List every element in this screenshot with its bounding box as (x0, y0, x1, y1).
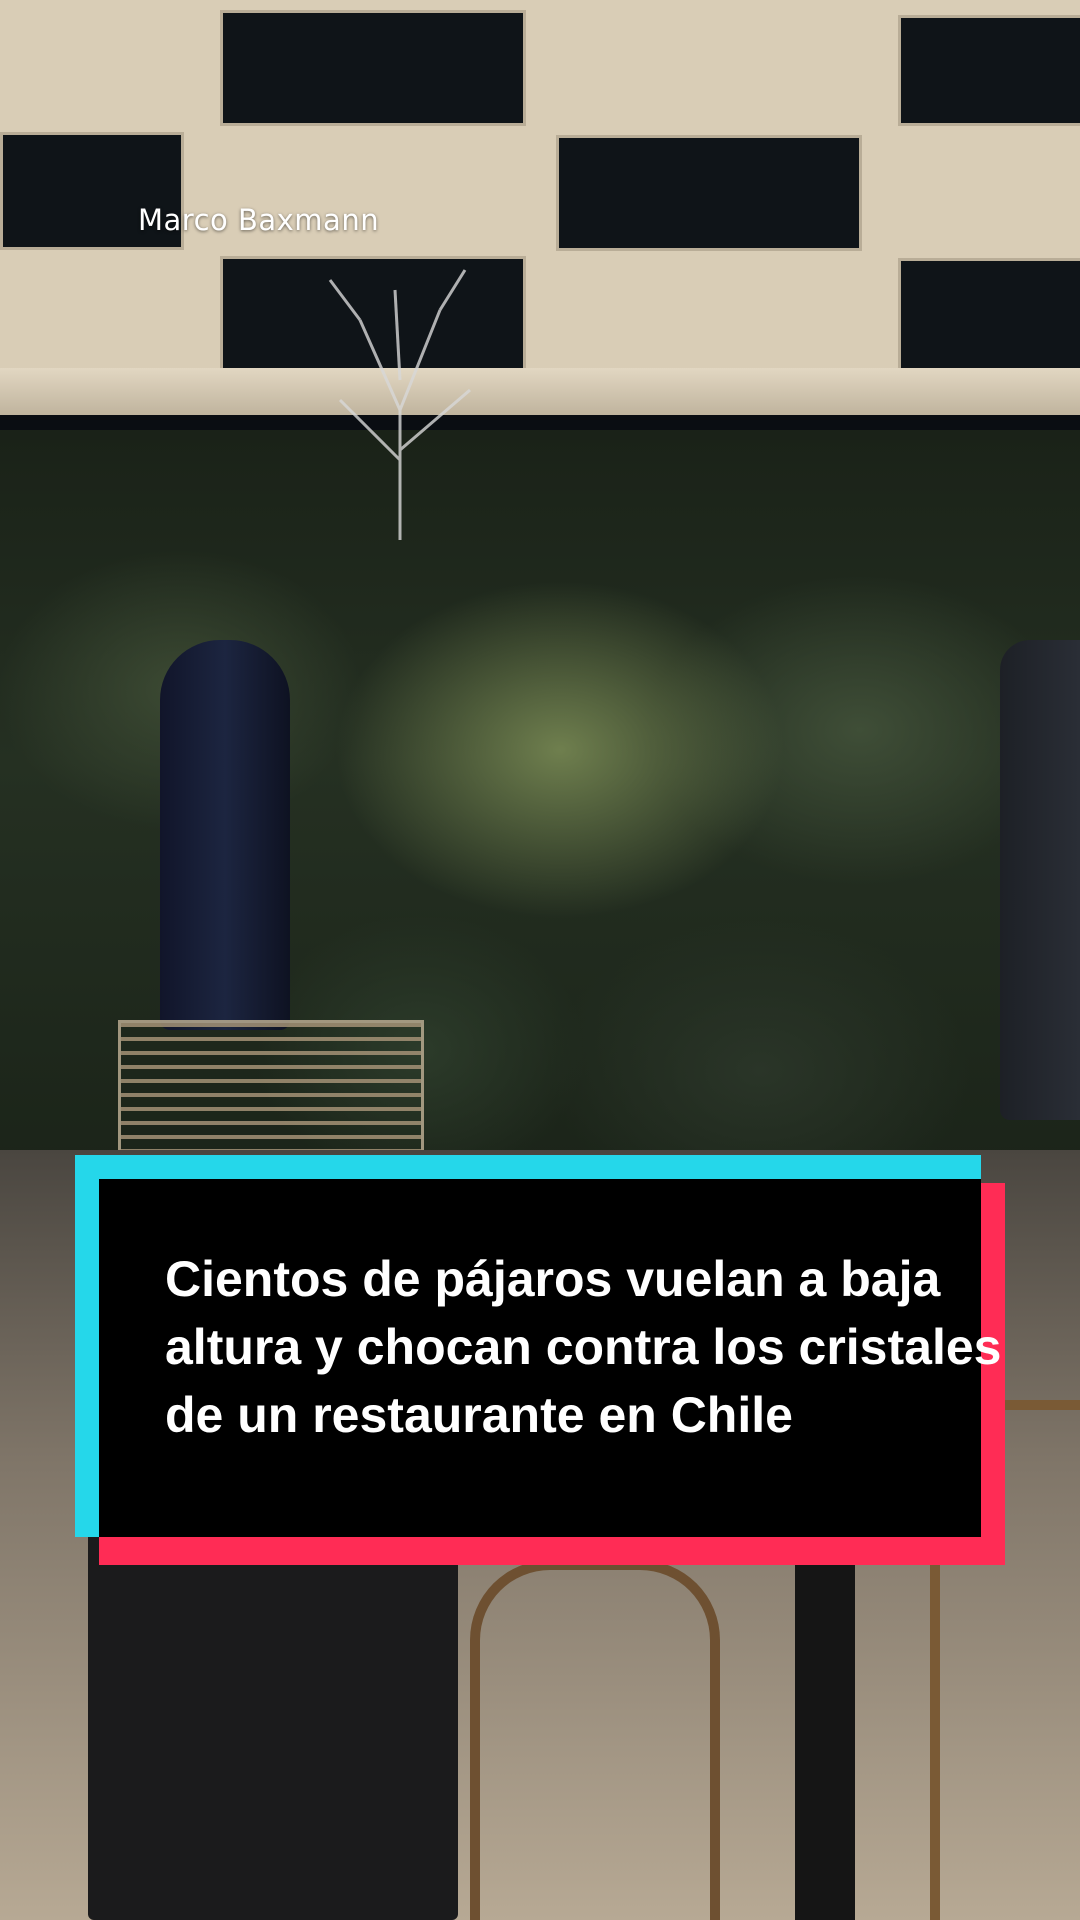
ceiling-panel (898, 15, 1080, 126)
author-watermark: Marco Baxmann (138, 203, 380, 237)
caption-card: Cientos de pájaros vuelan a baja altura … (75, 1155, 1005, 1565)
trash-bin (88, 1530, 458, 1920)
ceiling-panel (220, 10, 526, 126)
ceiling-beam (0, 368, 1080, 416)
stacked-chairs (118, 1020, 424, 1156)
restaurant-terrace-scene (0, 0, 1080, 1920)
ceiling-panel (898, 258, 1080, 374)
bare-tree-branches (328, 269, 471, 540)
caption-headline: Cientos de pájaros vuelan a baja altura … (165, 1251, 1002, 1443)
table-base (795, 1540, 855, 1920)
closed-umbrella-right (1000, 640, 1080, 1120)
video-frame[interactable]: Marco Baxmann Cientos de pájaros vuelan … (0, 0, 1080, 1920)
ceiling-panel (556, 135, 862, 251)
closed-umbrella-left (160, 640, 290, 1030)
rattan-chair (470, 1560, 720, 1920)
caption-background: Cientos de pájaros vuelan a baja altura … (99, 1179, 1001, 1537)
